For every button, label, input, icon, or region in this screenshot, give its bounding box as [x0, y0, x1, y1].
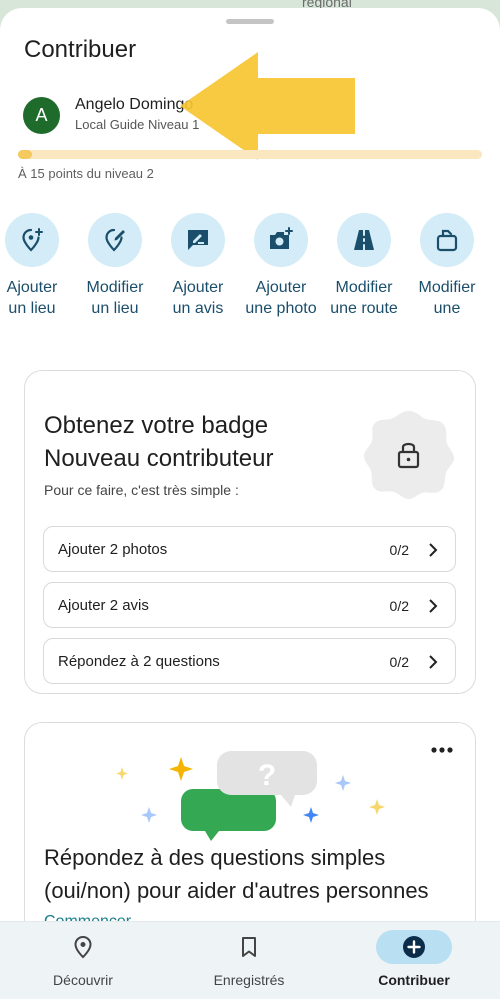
action-icon-circle [337, 213, 391, 267]
chevron-right-icon [429, 655, 438, 669]
action-label-line2: un lieu [8, 300, 56, 317]
task-count: 0/2 [389, 654, 409, 670]
nav-label: Enregistrés [213, 972, 285, 988]
drag-handle[interactable] [226, 19, 274, 24]
quick-actions: Ajouter un lieu Modifier un lieu Ajouter… [0, 213, 500, 333]
badge-task-questions[interactable]: Répondez à 2 questions 0/2 [43, 638, 456, 684]
action-label-line2: un avis [172, 300, 224, 317]
badge-subtitle: Pour ce faire, c'est très simple : [44, 482, 239, 498]
bookmark-icon [242, 937, 256, 957]
action-label-line2: une [433, 300, 461, 317]
chevron-right-icon [429, 599, 438, 613]
action-label-line2: une photo [245, 300, 317, 317]
action-icon-circle [254, 213, 308, 267]
task-label: Ajouter 2 photos [58, 541, 168, 558]
action-label-line2: un lieu [91, 300, 139, 317]
badge-task-reviews[interactable]: Ajouter 2 avis 0/2 [43, 582, 456, 628]
action-add-photo[interactable]: Ajouter une photo [239, 213, 323, 319]
location-pin-icon [74, 935, 92, 959]
nav-icon-wrap [376, 930, 452, 964]
level-progress-fill [18, 150, 32, 159]
action-icon-circle [5, 213, 59, 267]
action-label-line1: Ajouter [255, 279, 307, 296]
badge-task-photos[interactable]: Ajouter 2 photos 0/2 [43, 526, 456, 572]
add-photo-icon [270, 227, 293, 249]
action-edit-map[interactable]: Modifier une [405, 213, 489, 319]
action-label-line1: Ajouter [172, 279, 224, 296]
user-name[interactable]: Angelo Domingo [75, 96, 193, 114]
action-add-review[interactable]: Ajouter un avis [156, 213, 240, 319]
nav-item-contribute[interactable]: Contribuer [334, 922, 494, 999]
level-progress-text: À 15 points du niveau 2 [18, 166, 154, 181]
questions-title: Répondez à des questions simples (oui/no… [44, 845, 429, 903]
yellow-arrow-icon [180, 52, 355, 160]
avatar[interactable]: A [23, 97, 60, 134]
badge-title: Obtenez votre badge Nouveau contributeur [44, 412, 274, 472]
action-label-line1: Modifier [335, 279, 393, 296]
task-label: Ajouter 2 avis [58, 597, 149, 614]
level-progress-bar [18, 150, 482, 159]
action-label-line1: Modifier [86, 279, 144, 296]
nav-label: Découvrir [53, 972, 113, 988]
badge-card: Obtenez votre badge Nouveau contributeur… [24, 370, 476, 694]
action-icon-circle [171, 213, 225, 267]
task-label: Répondez à 2 questions [58, 653, 220, 670]
bottom-navigation: Découvrir Enregistrés Contribuer [0, 921, 500, 999]
more-options-icon[interactable] [431, 747, 453, 753]
action-edit-place[interactable]: Modifier un lieu [73, 213, 157, 319]
nav-item-saved[interactable]: Enregistrés [169, 922, 329, 999]
action-icon-circle [420, 213, 474, 267]
action-label-line1: Ajouter [6, 279, 58, 296]
add-location-icon [22, 228, 43, 252]
action-add-place[interactable]: Ajouter un lieu [0, 213, 74, 319]
task-count: 0/2 [389, 542, 409, 558]
edit-location-icon [105, 228, 125, 252]
rate-review-icon [188, 230, 208, 250]
nav-item-discover[interactable]: Découvrir [3, 922, 163, 999]
question-mark-glyph: ? [258, 759, 276, 792]
add-circle-icon [403, 936, 425, 958]
edit-map-icon [436, 229, 458, 252]
questions-illustration: ? [116, 751, 385, 841]
nav-label: Contribuer [378, 972, 450, 988]
action-edit-road[interactable]: Modifier une route [322, 213, 406, 319]
nav-icon-wrap [45, 930, 121, 964]
contribute-sheet: Contribuer A Angelo Domingo Local Guide … [0, 8, 500, 999]
nav-icon-wrap [211, 930, 287, 964]
road-icon [354, 230, 374, 250]
chevron-right-icon [429, 543, 438, 557]
task-count: 0/2 [389, 598, 409, 614]
action-label-line1: Modifier [418, 279, 476, 296]
action-label-line2: une route [330, 300, 398, 317]
action-icon-circle [88, 213, 142, 267]
page-title: Contribuer [24, 36, 137, 63]
locked-badge-icon [364, 411, 454, 499]
